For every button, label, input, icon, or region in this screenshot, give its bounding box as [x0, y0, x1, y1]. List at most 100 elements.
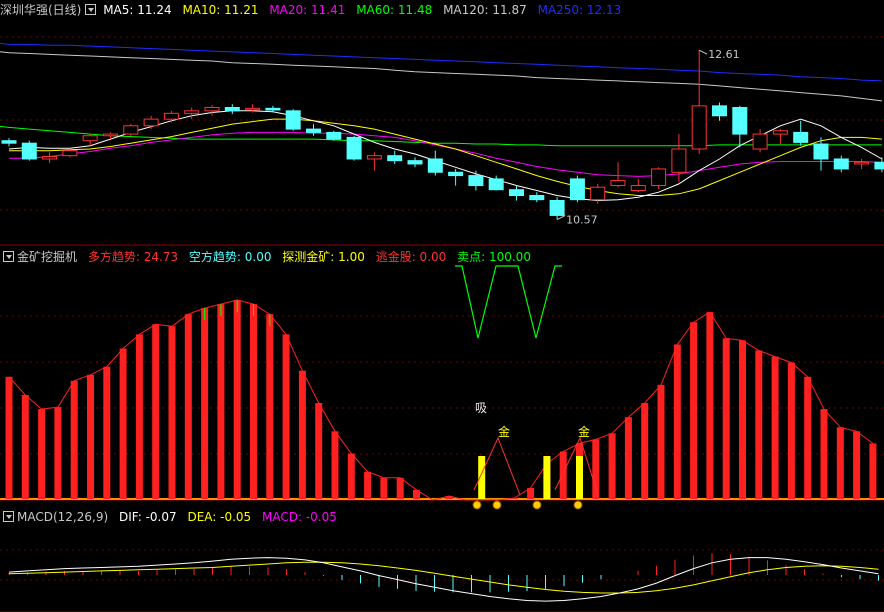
candle	[163, 110, 179, 123]
candle	[854, 158, 870, 169]
gold-panel-header: 金矿挖掘机 多方趋势: 24.73 空方趋势: 0.00 探测金矿: 1.00 …	[0, 248, 538, 266]
bull-trend-bar	[853, 431, 861, 499]
candle	[1, 138, 17, 147]
gold-coin-icon	[573, 500, 583, 510]
candle	[285, 109, 301, 131]
sell-point-line	[455, 265, 562, 339]
candle-body	[610, 180, 626, 187]
gold-annotation-label: 金	[498, 424, 510, 439]
bull-trend-bar	[152, 324, 160, 499]
probe-gold-label: 探测金矿: 1.00	[282, 250, 365, 264]
candle	[224, 104, 240, 115]
candle-body	[874, 161, 884, 170]
candle	[772, 129, 788, 145]
gold-coin-icon	[492, 500, 502, 510]
ma20-label: MA20: 11.41	[269, 3, 346, 17]
candle	[468, 170, 484, 191]
bull-trend-bar	[755, 350, 763, 499]
candle	[366, 152, 382, 171]
bull-trend-bar	[836, 427, 844, 499]
candle-body	[448, 171, 464, 177]
chart-stage: 12.61 10.57 吸金 金 深圳华强(日线) MA5: 11.24 MA10: …	[0, 0, 884, 612]
candle	[143, 115, 159, 130]
candle-body	[103, 133, 118, 137]
gold-coin-icon	[532, 500, 542, 510]
candle	[651, 167, 667, 189]
bull-trend-bar	[396, 477, 404, 499]
candle	[346, 135, 362, 161]
dea-line	[8, 561, 879, 594]
bull-trend-bar	[119, 348, 127, 499]
dif-line	[8, 557, 879, 602]
ma20-line	[9, 131, 882, 177]
macd-label: MACD: -0.05	[262, 510, 337, 524]
macd-series	[8, 553, 879, 602]
dropdown-icon[interactable]	[3, 251, 14, 262]
bull-trend-bar	[315, 403, 323, 499]
bull-trend-bar	[624, 417, 632, 499]
ma120-line	[8, 52, 882, 102]
bull-trend-bar	[266, 314, 274, 499]
ma5-line	[8, 110, 883, 202]
candle-body	[1, 140, 17, 144]
candle	[326, 130, 342, 141]
ma250-line-edge	[0, 42, 10, 45]
candle	[62, 149, 78, 158]
bull-trend-bar	[38, 409, 46, 499]
dropdown-icon[interactable]	[3, 511, 14, 522]
candle-body	[590, 186, 606, 201]
candle-body	[529, 195, 545, 201]
candle-body	[427, 158, 443, 173]
candle-body	[813, 143, 829, 160]
bull-trend-bar	[282, 334, 290, 499]
price-annotation-arrow	[698, 49, 708, 55]
candle	[306, 124, 321, 136]
bull-trend-bar	[690, 322, 698, 499]
candle-body	[630, 185, 646, 192]
candle	[732, 105, 748, 148]
ma60-label: MA60: 11.48	[356, 3, 433, 17]
bull-trend-bar	[135, 334, 143, 499]
candle-body	[854, 161, 870, 165]
bull-trend-bar	[673, 344, 681, 499]
candle-body	[468, 175, 484, 187]
bull-trend-bar	[364, 471, 372, 499]
bull-trend-bar	[5, 376, 13, 499]
candle-body	[123, 125, 139, 135]
bull-trend-bar	[706, 312, 714, 499]
ma120-label: MA120: 11.87	[443, 3, 527, 17]
bull-trend-bar	[739, 340, 746, 499]
candle	[387, 150, 403, 164]
candle	[712, 102, 727, 121]
candle	[590, 183, 606, 204]
ma10-label: MA10: 11.21	[182, 3, 259, 17]
gold-coin-icon	[472, 500, 482, 510]
candle-body	[224, 107, 240, 112]
candle-body	[346, 136, 362, 160]
candle-body	[509, 189, 524, 197]
gold-annotation-label: 金	[578, 424, 590, 439]
bull-trend-bar	[168, 326, 176, 499]
dropdown-icon[interactable]	[85, 4, 97, 15]
candle	[42, 152, 58, 164]
candle-body	[21, 142, 37, 160]
macd-panel-header: MACD(12,26,9) DIF: -0.07 DEA: -0.05 MACD…	[0, 508, 344, 526]
candle-body	[204, 107, 220, 112]
bull-trend-bar	[233, 300, 241, 499]
candle	[833, 155, 849, 173]
bull-trend-bar	[54, 407, 62, 499]
bull-trend-bar	[21, 394, 29, 499]
candle-body	[752, 133, 768, 150]
candle-body	[671, 148, 687, 173]
candle-body	[366, 155, 382, 160]
ma5-label: MA5: 11.24	[103, 3, 172, 17]
ma250-label: MA250: 12.13	[537, 3, 622, 17]
candle-body	[42, 155, 58, 160]
candle-body	[732, 107, 748, 135]
sell-point-label: 卖点: 100.00	[457, 250, 531, 264]
candle-body	[772, 130, 788, 135]
candle-body	[306, 128, 321, 133]
candle	[671, 134, 687, 183]
bull-trend-bar	[722, 338, 730, 499]
candle-body	[651, 168, 667, 187]
